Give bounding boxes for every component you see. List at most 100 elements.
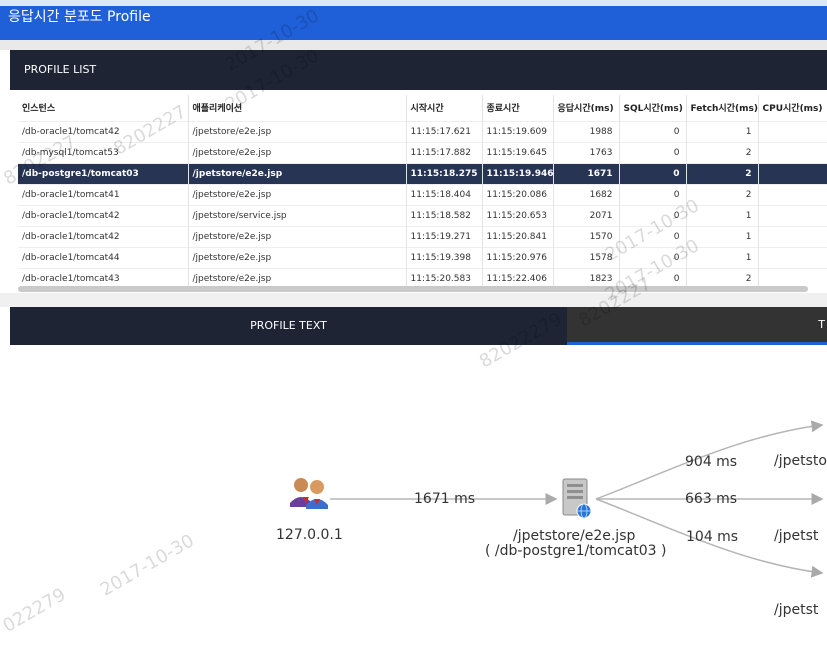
target-node-1-label: /jpetsto (774, 453, 827, 469)
table-cell: /jpetstore/e2e.jsp (188, 183, 407, 205)
table-cell: 0 (619, 162, 687, 184)
table-cell: /db-oracle1/tomcat43 (18, 267, 189, 287)
table-cell: 1682 (553, 183, 620, 205)
table-row[interactable]: /db-oracle1/tomcat42/jpetstore/e2e.jsp 11… (18, 225, 827, 247)
table-row[interactable]: /db-mysql1/tomcat53/jpetstore/e2e.jsp 11:… (18, 141, 827, 163)
table-cell: 2 (758, 267, 827, 287)
table-cell: 11:15:18.275 (406, 162, 483, 184)
profile-list-header: PROFILE LIST (10, 50, 827, 90)
window-titlebar: 응답시간 분포도 Profile (0, 0, 827, 40)
table-cell: 0 (619, 183, 687, 205)
users-icon[interactable] (290, 478, 328, 509)
column-header-sql-time[interactable]: SQL시간(ms) (619, 95, 687, 121)
table-cell: 0 (619, 141, 687, 163)
titlebar-torn-edge (0, 0, 827, 6)
table-cell: /jpetstore/e2e.jsp (188, 162, 407, 184)
table-cell: 1988 (553, 120, 620, 142)
table-cell: /db-oracle1/tomcat44 (18, 246, 189, 268)
table-row[interactable]: /db-postgre1/tomcat03/jpetstore/e2e.jsp 1… (18, 162, 827, 184)
table-cell: 2 (686, 141, 759, 163)
table-row[interactable]: /db-oracle1/tomcat42/jpetstore/e2e.jsp 11… (18, 120, 827, 142)
table-cell: 1 (758, 204, 827, 226)
profile-table: 인스턴스 애플리케이션 시작시간 종료시간 응답시간(ms) SQL시간(ms)… (18, 95, 827, 287)
column-header-instance[interactable]: 인스턴스 (18, 95, 189, 121)
table-cell: 11:15:22.406 (482, 267, 554, 287)
table-cell: 1 (758, 141, 827, 163)
table-cell: /jpetstore/e2e.jsp (188, 225, 407, 247)
table-cell: 1 (686, 204, 759, 226)
panel-gap (0, 40, 827, 50)
table-cell: 1823 (553, 267, 620, 287)
window-title: 응답시간 분포도 Profile (8, 9, 151, 25)
table-cell: 1 (686, 120, 759, 142)
column-header-start-time[interactable]: 시작시간 (406, 95, 483, 121)
table-cell: 2 (686, 267, 759, 287)
table-cell: /db-oracle1/tomcat41 (18, 183, 189, 205)
table-cell: /jpetstore/e2e.jsp (188, 141, 407, 163)
table-cell: 1570 (553, 225, 620, 247)
table-cell: 1 (758, 162, 827, 184)
table-cell: 11:15:20.653 (482, 204, 554, 226)
table-cell: /db-postgre1/tomcat03 (18, 162, 189, 184)
client-to-server-edge-label: 1671 ms (414, 491, 476, 507)
table-cell: /db-oracle1/tomcat42 (18, 120, 189, 142)
tab-topology[interactable]: T (567, 307, 827, 345)
table-cell: 1671 (553, 162, 620, 184)
profile-table-container[interactable]: 인스턴스 애플리케이션 시작시간 종료시간 응답시간(ms) SQL시간(ms)… (18, 95, 827, 287)
table-cell: 0 (619, 225, 687, 247)
table-cell: 0 (619, 204, 687, 226)
server-icon[interactable] (562, 478, 592, 519)
table-cell: 11:15:19.645 (482, 141, 554, 163)
table-cell: 11:15:20.976 (482, 246, 554, 268)
table-cell: /jpetstore/e2e.jsp (188, 267, 407, 287)
table-cell: 11:15:20.086 (482, 183, 554, 205)
edge-2-label: 663 ms (685, 491, 738, 507)
table-cell: 11:15:19.946 (482, 162, 554, 184)
table-cell: 0 (619, 246, 687, 268)
table-row[interactable]: /db-oracle1/tomcat42/jpetstore/service.j… (18, 204, 827, 226)
edge-3-label: 104 ms (686, 529, 739, 545)
table-cell: 2 (686, 183, 759, 205)
table-cell: /jpetstore/e2e.jsp (188, 120, 407, 142)
column-header-response-time[interactable]: 응답시간(ms) (553, 95, 620, 121)
column-header-end-time[interactable]: 종료시간 (482, 95, 554, 121)
table-cell: 11:15:20.841 (482, 225, 554, 247)
table-row[interactable]: /db-oracle1/tomcat43/jpetstore/e2e.jsp 11… (18, 267, 827, 287)
table-cell: 1 (758, 225, 827, 247)
table-cell: /jpetstore/service.jsp (188, 204, 407, 226)
table-cell: 2 (686, 162, 759, 184)
column-header-application[interactable]: 애플리케이션 (188, 95, 407, 121)
table-cell: 11:15:17.621 (406, 120, 483, 142)
table-cell: 2 (758, 183, 827, 205)
table-row[interactable]: /db-oracle1/tomcat44/jpetstore/e2e.jsp 11… (18, 246, 827, 268)
table-cell: 1578 (553, 246, 620, 268)
horizontal-scrollbar[interactable] (18, 286, 808, 292)
table-cell: /db-mysql1/tomcat53 (18, 141, 189, 163)
table-cell: 11:15:19.609 (482, 120, 554, 142)
table-cell: 11:15:20.583 (406, 267, 483, 287)
table-cell: 0 (619, 267, 687, 287)
target-node-2-label: /jpetst (774, 528, 819, 544)
topology-diagram: 127.0.0.1 1671 ms /jpetstore/e2e.jsp ( /… (0, 345, 827, 652)
table-cell: 11:15:17.882 (406, 141, 483, 163)
table-cell: 11:15:18.582 (406, 204, 483, 226)
table-header-row: 인스턴스 애플리케이션 시작시간 종료시간 응답시간(ms) SQL시간(ms)… (18, 95, 827, 121)
column-header-cpu-time[interactable]: CPU시간(ms) (758, 95, 827, 121)
table-cell: /db-oracle1/tomcat42 (18, 225, 189, 247)
table-cell: 1 (686, 225, 759, 247)
table-cell: 11:15:19.398 (406, 246, 483, 268)
server-node-label: /jpetstore/e2e.jsp (513, 528, 636, 544)
tab-profile-text[interactable]: PROFILE TEXT (10, 307, 567, 345)
tab-profile-text-label: PROFILE TEXT (250, 319, 327, 332)
table-cell: 11:15:19.271 (406, 225, 483, 247)
column-header-fetch-time[interactable]: Fetch시간(ms) (686, 95, 759, 121)
table-cell: 2071 (553, 204, 620, 226)
detail-tabs: PROFILE TEXT T (10, 307, 827, 345)
table-cell: 11:15:18.404 (406, 183, 483, 205)
table-cell: /jpetstore/e2e.jsp (188, 246, 407, 268)
server-instance-label: ( /db-postgre1/tomcat03 ) (485, 543, 667, 559)
table-row[interactable]: /db-oracle1/tomcat41/jpetstore/e2e.jsp 11… (18, 183, 827, 205)
edge-1-label: 904 ms (685, 454, 738, 470)
table-cell: 1 (686, 246, 759, 268)
table-cell: 1 (758, 246, 827, 268)
